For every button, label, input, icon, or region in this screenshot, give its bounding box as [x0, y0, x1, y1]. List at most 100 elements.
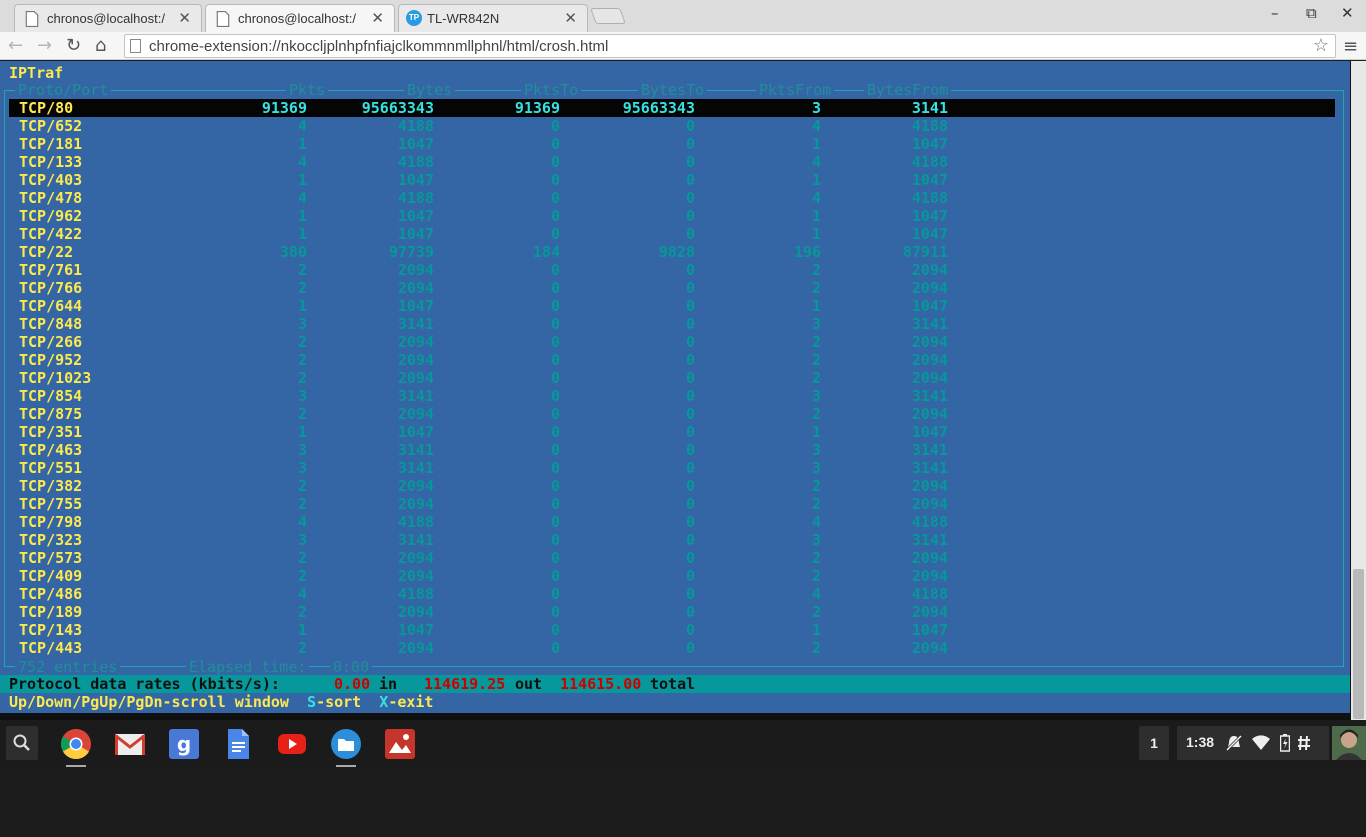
- bookmark-star-icon[interactable]: ☆: [1313, 35, 1329, 56]
- minimize-icon[interactable]: –: [1271, 4, 1279, 22]
- avatar[interactable]: [1332, 726, 1366, 760]
- close-window-icon[interactable]: ✕: [1341, 4, 1354, 22]
- cell-pktsfrom: 196: [793, 243, 821, 261]
- cell-bytesfrom: 4188: [911, 189, 948, 207]
- status-area[interactable]: 1:38: [1177, 726, 1329, 760]
- forward-icon[interactable]: →: [37, 35, 52, 56]
- cell-pktsto: 0: [550, 495, 560, 513]
- reload-icon[interactable]: ↻: [66, 35, 81, 56]
- chrome-icon[interactable]: [60, 728, 92, 760]
- cell-bytes: 1047: [397, 423, 434, 441]
- cell-pkts: 1: [297, 207, 307, 225]
- tab-close-icon[interactable]: ✕: [178, 9, 191, 27]
- cell-pktsto: 0: [550, 585, 560, 603]
- table-row[interactable]: TCP/486 4 4188 0 0 4 4188: [9, 585, 1335, 603]
- launcher-button[interactable]: [6, 726, 38, 760]
- rates-bar: Protocol data rates (kbits/s): 0.00 in 1…: [0, 675, 1350, 693]
- cell-proto: TCP/422: [19, 225, 83, 243]
- cell-pkts: 2: [297, 567, 307, 585]
- page-icon: [25, 11, 39, 27]
- table-row[interactable]: TCP/189 2 2094 0 0 2 2094: [9, 603, 1335, 621]
- terminal-scrollbar[interactable]: [1351, 61, 1366, 720]
- cell-bytesto: 0: [685, 351, 695, 369]
- browser-toolbar: ← → ↻ ⌂ chrome-extension://nkoccljplnhpf…: [0, 32, 1366, 60]
- back-icon[interactable]: ←: [8, 35, 23, 56]
- tab-terminal-1[interactable]: chronos@localhost:/ ✕: [14, 4, 202, 32]
- table-row[interactable]: TCP/463 3 3141 0 0 3 3141: [9, 441, 1335, 459]
- battery-icon: [1280, 734, 1290, 752]
- table-row[interactable]: TCP/652 4 4188 0 0 4 4188: [9, 117, 1335, 135]
- cell-pktsto: 0: [550, 261, 560, 279]
- table-row[interactable]: TCP/644 1 1047 0 0 1 1047: [9, 297, 1335, 315]
- table-row[interactable]: TCP/798 4 4188 0 0 4 4188: [9, 513, 1335, 531]
- help-line: Up/Down/PgUp/PgDn-scroll window S-sort X…: [9, 693, 433, 711]
- table-row[interactable]: TCP/573 2 2094 0 0 2 2094: [9, 549, 1335, 567]
- table-row[interactable]: TCP/875 2 2094 0 0 2 2094: [9, 405, 1335, 423]
- table-row[interactable]: TCP/382 2 2094 0 0 2 2094: [9, 477, 1335, 495]
- tab-title: chronos@localhost:/: [238, 11, 356, 26]
- system-shelf: g 1 1:38: [0, 720, 1366, 768]
- cell-bytes: 2094: [397, 279, 434, 297]
- table-row[interactable]: TCP/755 2 2094 0 0 2 2094: [9, 495, 1335, 513]
- google-search-icon[interactable]: g: [168, 728, 200, 760]
- menu-icon[interactable]: ≡: [1343, 36, 1358, 57]
- table-row[interactable]: TCP/962 1 1047 0 0 1 1047: [9, 207, 1335, 225]
- tab-terminal-2[interactable]: chronos@localhost:/ ✕: [205, 4, 395, 33]
- address-bar[interactable]: chrome-extension://nkoccljplnhpfnfiajclk…: [124, 34, 1336, 58]
- cell-proto: TCP/478: [19, 189, 83, 207]
- table-row[interactable]: TCP/351 1 1047 0 0 1 1047: [9, 423, 1335, 441]
- docs-icon[interactable]: [222, 728, 254, 760]
- table-row[interactable]: TCP/1023 2 2094 0 0 2 2094: [9, 369, 1335, 387]
- table-row-selected[interactable]: TCP/80 91369 95663343 91369 95663343 3 3141: [9, 99, 1335, 117]
- table-row[interactable]: TCP/22 380 97739 184 9828 196 87911: [9, 243, 1335, 261]
- cell-bytes: 3141: [397, 387, 434, 405]
- cell-pktsfrom: 1: [811, 621, 821, 639]
- tab-router[interactable]: TP TL-WR842N ✕: [398, 4, 588, 32]
- cell-bytesfrom: 87911: [902, 243, 948, 261]
- table-row[interactable]: TCP/478 4 4188 0 0 4 4188: [9, 189, 1335, 207]
- table-row[interactable]: TCP/854 3 3141 0 0 3 3141: [9, 387, 1335, 405]
- table-row[interactable]: TCP/848 3 3141 0 0 3 3141: [9, 315, 1335, 333]
- table-row[interactable]: TCP/403 1 1047 0 0 1 1047: [9, 171, 1335, 189]
- cell-pkts: 2: [297, 549, 307, 567]
- tab-close-icon[interactable]: ✕: [371, 9, 384, 27]
- table-row[interactable]: TCP/181 1 1047 0 0 1 1047: [9, 135, 1335, 153]
- table-row[interactable]: TCP/422 1 1047 0 0 1 1047: [9, 225, 1335, 243]
- cell-pktsfrom: 3: [811, 441, 821, 459]
- table-row[interactable]: TCP/551 3 3141 0 0 3 3141: [9, 459, 1335, 477]
- table-row[interactable]: TCP/133 4 4188 0 0 4 4188: [9, 153, 1335, 171]
- table-row[interactable]: TCP/766 2 2094 0 0 2 2094: [9, 279, 1335, 297]
- url-text[interactable]: chrome-extension://nkoccljplnhpfnfiajclk…: [149, 38, 608, 55]
- cell-bytes: 4188: [397, 189, 434, 207]
- clock-time: 1:38: [1186, 734, 1215, 750]
- table-row[interactable]: TCP/409 2 2094 0 0 2 2094: [9, 567, 1335, 585]
- scrollbar-thumb[interactable]: [1353, 569, 1364, 719]
- home-icon[interactable]: ⌂: [95, 35, 106, 56]
- cell-bytesfrom: 2094: [911, 333, 948, 351]
- terminal-window[interactable]: IPTraf Proto/Port Pkts Bytes PktsTo Byte…: [0, 61, 1366, 720]
- cell-proto: TCP/443: [19, 639, 83, 657]
- cell-bytesto: 0: [685, 513, 695, 531]
- cell-pktsto: 184: [532, 243, 560, 261]
- youtube-icon[interactable]: [276, 728, 308, 760]
- header-pktsfrom: PktsFrom: [756, 81, 835, 99]
- table-row[interactable]: TCP/761 2 2094 0 0 2 2094: [9, 261, 1335, 279]
- table-row[interactable]: TCP/443 2 2094 0 0 2 2094: [9, 639, 1335, 657]
- gmail-icon[interactable]: [114, 728, 146, 760]
- table-row[interactable]: TCP/323 3 3141 0 0 3 3141: [9, 531, 1335, 549]
- tab-close-icon[interactable]: ✕: [564, 9, 577, 27]
- files-icon[interactable]: [330, 728, 362, 760]
- table-row[interactable]: TCP/952 2 2094 0 0 2 2094: [9, 351, 1335, 369]
- cell-bytesto: 0: [685, 441, 695, 459]
- photos-icon[interactable]: [384, 728, 416, 760]
- table-row[interactable]: TCP/266 2 2094 0 0 2 2094: [9, 333, 1335, 351]
- cell-bytes: 95663343: [361, 99, 434, 117]
- restore-icon[interactable]: ⧉: [1306, 4, 1317, 22]
- cell-bytes: 1047: [397, 297, 434, 315]
- table-row[interactable]: TCP/143 1 1047 0 0 1 1047: [9, 621, 1335, 639]
- new-tab-button[interactable]: [590, 8, 626, 24]
- notification-count[interactable]: 1: [1139, 726, 1169, 760]
- cell-proto: TCP/133: [19, 153, 83, 171]
- cell-bytesto: 0: [685, 495, 695, 513]
- cell-pktsfrom: 3: [811, 531, 821, 549]
